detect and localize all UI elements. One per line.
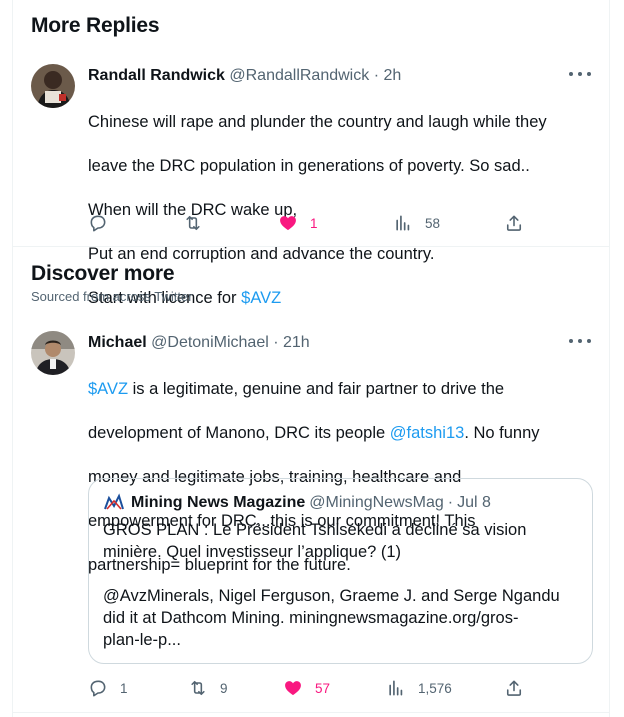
tweet-line: Chinese will rape and plunder the countr… <box>88 113 547 131</box>
reply-tweet[interactable]: Randall Randwick @RandallRandwick · 2h C… <box>13 64 609 307</box>
author-handle[interactable]: @RandallRandwick <box>229 67 369 84</box>
section-divider <box>13 246 609 247</box>
more-icon[interactable] <box>569 66 591 82</box>
mention-link[interactable]: @fatshi13 <box>390 424 465 442</box>
tweet-divider <box>13 712 609 713</box>
quote-author-name: Mining News Magazine <box>131 494 306 511</box>
tweet-text-part: is a legitimate, genuine and fair partne… <box>128 380 505 398</box>
share-icon <box>506 215 522 231</box>
discover-tweet[interactable]: Michael @DetoniMichael · 21h $AVZ is a l… <box>13 331 609 706</box>
view-count: 58 <box>425 215 441 231</box>
discover-more-heading: Discover more <box>31 262 175 285</box>
reply-count: 1 <box>120 680 128 696</box>
tweet-text-part: . No funny <box>464 424 540 442</box>
view-count: 1,576 <box>418 680 452 696</box>
tweet-text-part: development of Manono, DRC its people <box>88 424 390 442</box>
retweet-icon <box>186 215 200 231</box>
retweet-button[interactable] <box>183 212 215 234</box>
cashtag-link[interactable]: $AVZ <box>88 380 128 398</box>
views-button[interactable]: 58 <box>393 212 440 234</box>
share-icon <box>506 680 522 696</box>
like-count: 1 <box>310 215 318 231</box>
cashtag-link[interactable]: $AVZ <box>241 289 281 307</box>
quote-author-handle: @MiningNewsMag <box>309 494 444 511</box>
heart-icon <box>280 216 296 231</box>
tweet-line: leave the DRC population in generations … <box>88 157 530 175</box>
quote-text: GROS PLAN : Le Président Tshisekedi a dé… <box>103 521 560 649</box>
action-bar: 1 58 <box>88 212 528 234</box>
separator-dot: · <box>273 334 279 351</box>
separator-dot: · <box>447 494 454 511</box>
tweet-time[interactable]: 21h <box>283 334 310 351</box>
like-button[interactable]: 57 <box>283 677 330 699</box>
avatar[interactable] <box>31 64 75 108</box>
views-button[interactable]: 1,576 <box>386 677 452 699</box>
more-icon[interactable] <box>569 333 591 349</box>
quoted-tweet[interactable]: Mining News Magazine @MiningNewsMag · Ju… <box>88 478 593 664</box>
discover-subtitle: Sourced from across Twitter <box>31 289 193 304</box>
author-name[interactable]: Michael <box>88 334 147 351</box>
action-bar: 1 9 57 1,576 <box>88 677 528 699</box>
like-button[interactable]: 1 <box>278 212 318 234</box>
avatar[interactable] <box>31 331 75 375</box>
timeline-column: More Replies Randall Randwick @RandallRa… <box>12 0 610 717</box>
views-icon <box>389 680 403 696</box>
reply-button[interactable] <box>88 212 120 234</box>
quote-time: Jul 8 <box>457 494 491 511</box>
share-button[interactable] <box>504 212 524 234</box>
heart-icon <box>285 681 301 696</box>
reply-button[interactable]: 1 <box>88 677 128 699</box>
separator-dot: · <box>373 67 380 84</box>
reply-icon <box>90 215 106 232</box>
views-icon <box>396 215 410 231</box>
like-count: 57 <box>315 680 331 696</box>
retweet-icon <box>191 680 205 696</box>
mining-news-logo <box>103 492 125 514</box>
author-handle[interactable]: @DetoniMichael <box>151 334 269 351</box>
author-name[interactable]: Randall Randwick <box>88 67 225 84</box>
reply-icon <box>90 680 106 697</box>
tweet-time[interactable]: 2h <box>383 67 401 84</box>
retweet-button[interactable]: 9 <box>188 677 228 699</box>
retweet-count: 9 <box>220 680 228 696</box>
more-replies-heading: More Replies <box>31 14 160 37</box>
share-button[interactable] <box>504 677 524 699</box>
